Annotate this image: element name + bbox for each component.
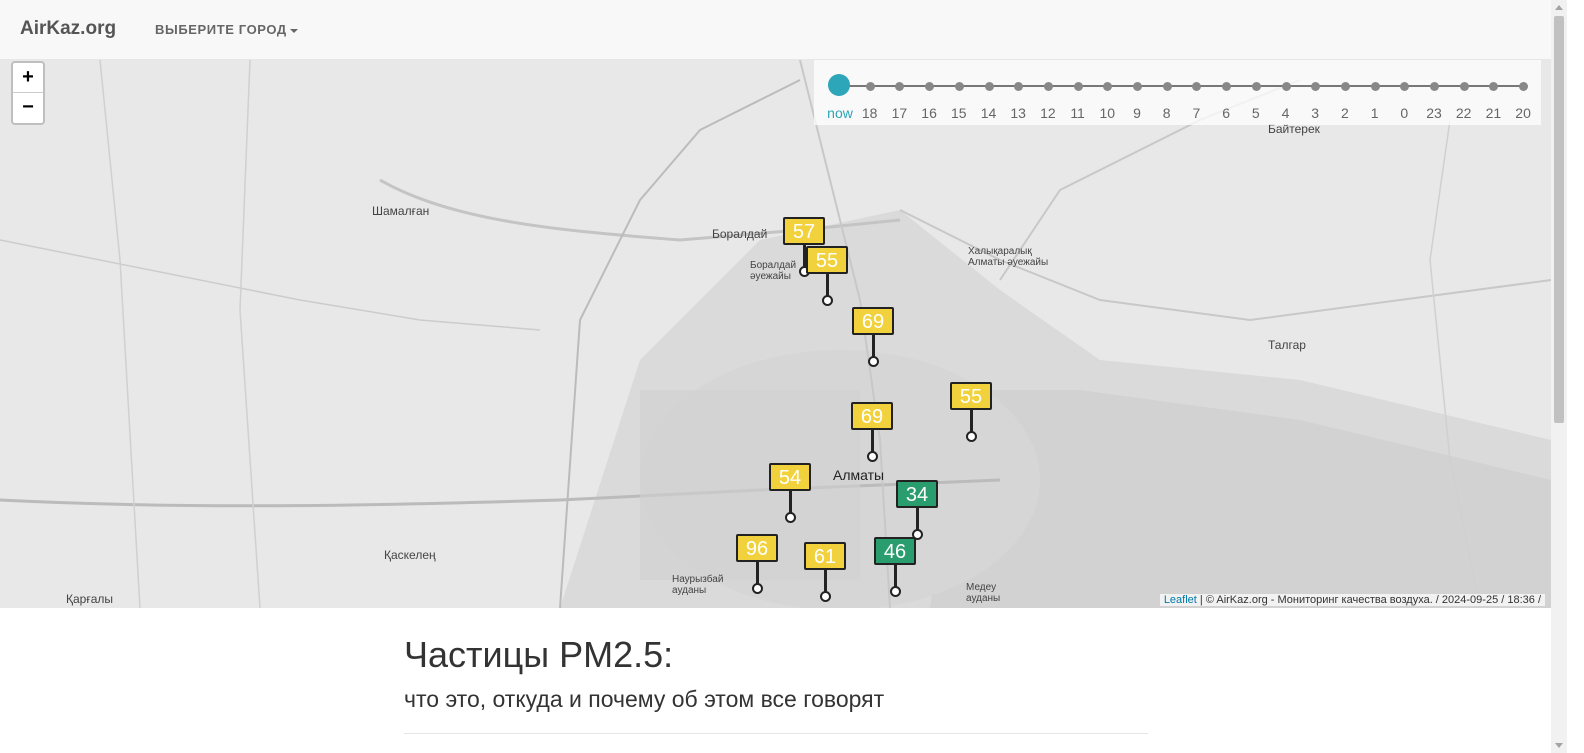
time-slider-label[interactable]: 22 (1449, 105, 1479, 121)
aqi-value-badge: 57 (783, 217, 825, 245)
map-label-almaty: Алматы (833, 467, 885, 483)
aqi-value-badge: 69 (852, 307, 894, 335)
time-slider-label[interactable]: 11 (1063, 105, 1093, 121)
time-slider-label[interactable]: 14 (974, 105, 1004, 121)
scrollbar-thumb[interactable] (1554, 16, 1564, 423)
aqi-value-badge: 69 (851, 402, 893, 430)
time-slider-label[interactable]: 10 (1092, 105, 1122, 121)
map-label-boraldai: Боралдай (712, 227, 768, 241)
time-slider-tick[interactable] (1014, 82, 1024, 91)
time-slider-tick[interactable] (954, 82, 964, 91)
time-slider-label[interactable]: 13 (1003, 105, 1033, 121)
leaflet-link[interactable]: Leaflet (1164, 594, 1197, 606)
time-slider-tick[interactable] (925, 82, 935, 91)
scroll-up-icon[interactable] (1555, 5, 1563, 10)
time-slider-handle[interactable] (828, 74, 850, 96)
time-slider-tick[interactable] (1251, 82, 1261, 91)
zoom-in-button[interactable]: + (13, 63, 43, 93)
aqi-value-badge: 61 (804, 542, 846, 570)
article-title: Частицы PM2.5: (404, 634, 674, 675)
attribution-text: | © AirKaz.org - Мониторинг качества воз… (1196, 594, 1541, 606)
aqi-value-badge: 55 (806, 246, 848, 274)
map-label-medeu: Медеу ауданы (966, 582, 1001, 604)
time-slider-tick[interactable] (1400, 82, 1410, 91)
time-slider-tick[interactable] (1162, 82, 1172, 91)
map-attribution: Leaflet | © AirKaz.org - Мониторинг каче… (1159, 594, 1545, 606)
time-slider-tick[interactable] (1459, 82, 1469, 91)
time-slider-track (839, 85, 1524, 87)
site-brand-link[interactable]: AirKaz.org (20, 18, 116, 40)
caret-down-icon (289, 28, 298, 33)
time-slider-label[interactable]: 8 (1152, 105, 1182, 121)
aqi-value-badge: 46 (874, 537, 916, 565)
time-slider-label[interactable]: 7 (1181, 105, 1211, 121)
time-slider-label[interactable]: 23 (1419, 105, 1449, 121)
time-slider-label[interactable]: 6 (1211, 105, 1241, 121)
time-slider-label[interactable]: 5 (1241, 105, 1271, 121)
time-slider-tick[interactable] (984, 82, 994, 91)
zoom-control: + − (11, 61, 45, 125)
time-slider-tick[interactable] (1103, 82, 1113, 91)
time-slider-tick[interactable] (1222, 82, 1232, 91)
time-slider-label[interactable]: 12 (1033, 105, 1063, 121)
page-scrollbar[interactable] (1551, 0, 1567, 753)
aqi-value-badge: 54 (769, 463, 811, 491)
time-slider-tick[interactable] (1430, 82, 1439, 91)
time-slider-label[interactable]: 1 (1360, 105, 1390, 121)
time-slider-tick[interactable] (1133, 82, 1142, 91)
top-navbar: AirKaz.org ВЫБЕРИТЕ ГОРОД (0, 0, 1551, 60)
time-slider-label[interactable]: 18 (855, 105, 885, 121)
time-slider-tick[interactable] (1370, 82, 1380, 91)
time-slider-label[interactable]: 15 (944, 105, 974, 121)
map-label-airport: Халықаралық Алматы әуежайы (968, 246, 1049, 268)
time-slider-tick[interactable] (1192, 82, 1202, 91)
time-slider-tick[interactable] (1489, 82, 1499, 91)
time-slider-label[interactable]: 21 (1478, 105, 1508, 121)
time-slider-label[interactable]: now (825, 105, 855, 121)
air-quality-map[interactable]: Алматы Боралдай Шамалған Талгар Қаскелең… (0, 60, 1551, 608)
scroll-down-icon[interactable] (1555, 743, 1563, 748)
time-slider-tick[interactable] (895, 82, 905, 91)
time-slider-label[interactable]: 4 (1271, 105, 1301, 121)
time-slider-tick[interactable] (1043, 82, 1053, 91)
map-label-nauryzbai: Наурызбай ауданы (672, 574, 724, 596)
time-slider-tick[interactable] (1281, 82, 1291, 91)
time-slider-tick[interactable] (1073, 82, 1083, 91)
map-tiles (0, 60, 1551, 608)
time-slider-tick[interactable] (1311, 82, 1321, 91)
time-slider-label[interactable]: 20 (1508, 105, 1538, 121)
zoom-out-button[interactable]: − (13, 93, 43, 122)
time-slider-label[interactable]: 16 (914, 105, 944, 121)
aqi-value-badge: 96 (736, 534, 778, 562)
time-slider[interactable]: now 18 17 16 15 14 13 12 11 10 9 8 7 6 5 4 3 2 1 0 23 22 21 20 (814, 60, 1541, 125)
map-label-shamalgan: Шамалған (372, 204, 430, 218)
time-slider-tick[interactable] (1519, 82, 1529, 91)
time-slider-label[interactable]: 0 (1389, 105, 1419, 121)
city-select-label: ВЫБЕРИТЕ ГОРОД (155, 22, 287, 37)
time-slider-label[interactable]: 9 (1122, 105, 1152, 121)
time-slider-tick[interactable] (1340, 82, 1350, 91)
time-slider-tick[interactable] (865, 82, 875, 91)
divider (404, 733, 1148, 734)
map-label-kaskelen: Қаскелең (384, 548, 436, 562)
aqi-value-badge: 34 (896, 480, 938, 508)
map-label-kargaly: Қарғалы (66, 592, 114, 606)
time-slider-label[interactable]: 17 (884, 105, 914, 121)
time-slider-label[interactable]: 2 (1330, 105, 1360, 121)
article-subtitle: что это, откуда и почему об этом все гов… (404, 686, 885, 712)
map-label-talgar: Талгар (1268, 338, 1306, 352)
city-select-dropdown[interactable]: ВЫБЕРИТЕ ГОРОД (155, 22, 298, 37)
time-slider-label[interactable]: 3 (1300, 105, 1330, 121)
aqi-value-badge: 55 (950, 382, 992, 410)
